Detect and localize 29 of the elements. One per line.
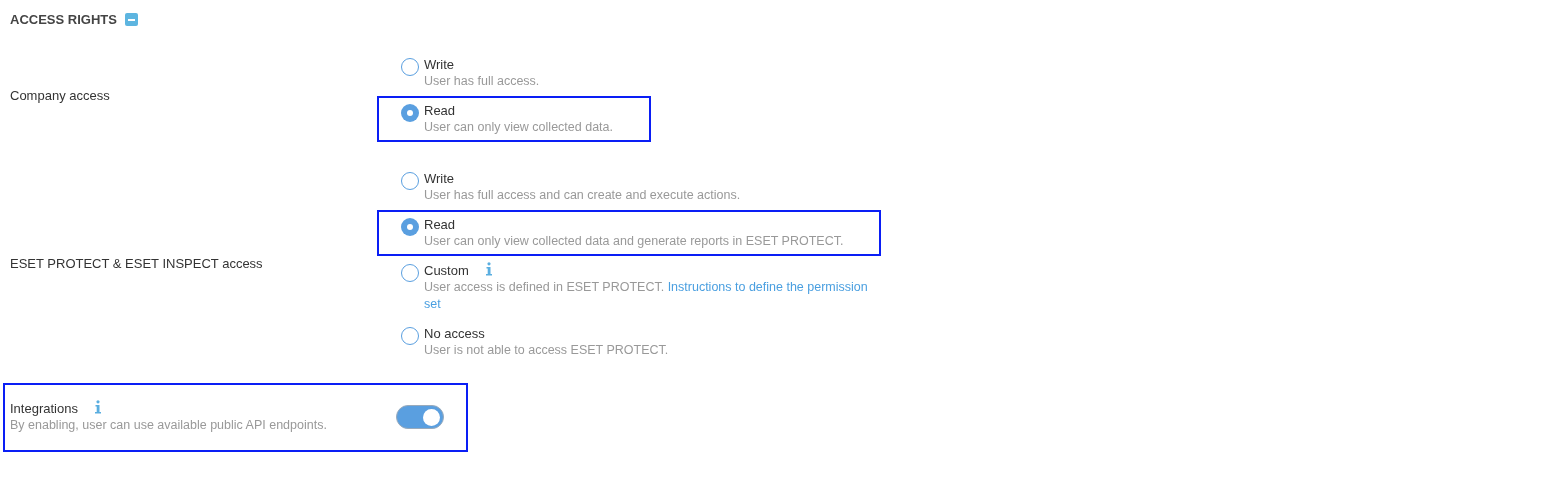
option-description: User can only view collected data. [424,118,613,136]
group-label: Company access [9,86,111,105]
option-description: User can only view collected data and generate reports in ESET PROTECT. [424,232,844,250]
permission-link[interactable]: Instructions to define the permission [667,279,868,294]
toggle-switch[interactable] [396,405,444,429]
radio-button[interactable] [401,326,419,345]
group-label: ESET PROTECT & ESET INSPECT access [9,255,264,274]
info-icon[interactable] [93,400,102,414]
integrations-title: Integrations [10,400,78,417]
radio-button[interactable] [401,171,419,190]
option-title: Read [424,215,456,233]
option-title: Write [424,55,455,73]
radio-button[interactable] [401,57,419,76]
option-description: User access is defined in ESET PROTECT. Instructions to define the permission set [424,278,868,313]
radio-button[interactable] [401,263,419,282]
info-icon[interactable] [484,261,493,276]
collapse-button[interactable] [124,13,138,27]
permission-link[interactable]: set [424,296,441,311]
option-title: No access [424,324,485,342]
radio-button[interactable] [401,103,419,122]
option-description: User has full access. [424,72,540,90]
option-title: Read [424,101,456,119]
option-title: Custom [424,261,469,279]
section-title: ACCESS RIGHTS [10,11,117,29]
option-title: Write [424,169,455,187]
integrations-description: By enabling, user can use available public API endpoints. [10,417,327,434]
radio-button[interactable] [401,217,419,236]
option-description: User has full access and can create and execute actions. [424,186,741,204]
option-description: User is not able to access ESET PROTECT. [424,341,669,359]
